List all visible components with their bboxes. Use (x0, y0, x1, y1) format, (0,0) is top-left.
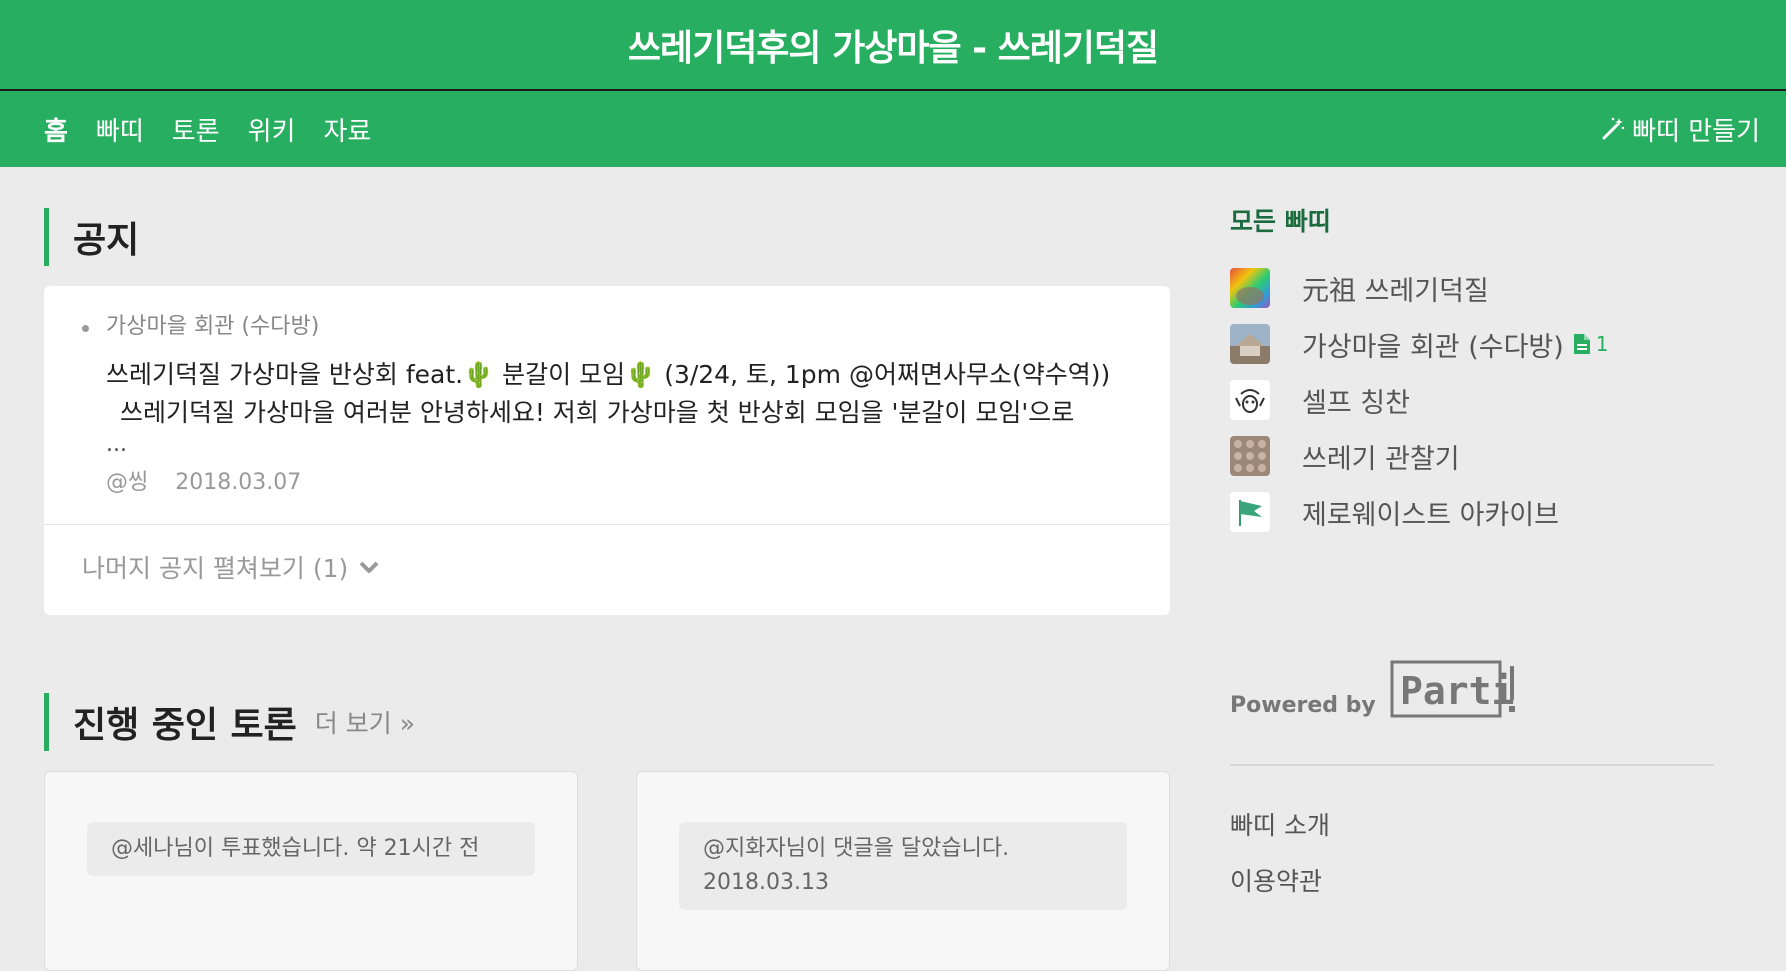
notice-section-header: 공지 (44, 208, 1170, 266)
notice-date: 2018.03.07 (175, 470, 302, 495)
nav-resources[interactable]: 자료 (323, 111, 371, 148)
expand-notices-label: 나머지 공지 펼쳐보기 (1) (82, 554, 349, 583)
board-item-original[interactable]: 元祖 쓰레기덕질 (1230, 260, 1714, 316)
notice-author[interactable]: @씽 (106, 470, 148, 495)
powered-by: Powered by Parti (1230, 660, 1714, 720)
parti-logo-icon[interactable]: Parti (1390, 660, 1520, 720)
notice-excerpt: 쓰레기덕질 가상마을 여러분 안녕하세요! 저희 가상마을 첫 반상회 모임을 … (120, 398, 1075, 427)
nav-parti[interactable]: 빠띠 (96, 111, 144, 148)
board-name: 가상마을 회관 (수다방) (1302, 331, 1564, 363)
building-thumbnail-icon (1230, 324, 1270, 364)
document-count: 1 (1595, 332, 1609, 356)
face-thumbnail-icon (1230, 380, 1270, 420)
about-link[interactable]: 빠띠 소개 (1230, 796, 1714, 852)
notice-card: 가상마을 회관 (수다방) 쓰레기덕질 가상마을 반상회 feat.🌵 분갈이 … (44, 286, 1170, 615)
notice-board-name[interactable]: 가상마을 회관 (수다방) (106, 308, 1130, 340)
main-column: 공지 가상마을 회관 (수다방) 쓰레기덕질 가상마을 반상회 feat.🌵 분… (44, 167, 1170, 971)
bullet-dot (82, 325, 89, 332)
nav-wiki[interactable]: 위키 (248, 111, 296, 148)
discussion-section-title: 진행 중인 토론 (73, 705, 297, 746)
discussion-activity: @지화자님이 댓글을 달았습니다. 2018.03.13 (679, 822, 1127, 910)
discussion-more-link[interactable]: 더 보기 » (315, 704, 415, 740)
terms-link[interactable]: 이용약관 (1230, 852, 1714, 908)
board-name: 元祖 쓰레기덕질 (1302, 275, 1489, 307)
board-list: 元祖 쓰레기덕질 가상마을 회관 (수다방) 1 셀프 칭찬 쓰레기 관찰기 제… (1230, 260, 1714, 540)
board-name: 셀프 칭찬 (1302, 387, 1410, 419)
all-parti-title[interactable]: 모든 빠띠 (1230, 202, 1714, 238)
main-nav: 홈 빠띠 토론 위키 자료 빠띠 만들기 (0, 91, 1786, 167)
chevron-down-icon (359, 561, 379, 573)
notice-meta: @씽 2018.03.07 (106, 464, 1130, 496)
site-header: 쓰레기덕후의 가상마을 - 쓰레기덕질 (0, 0, 1786, 91)
board-item-village-hall[interactable]: 가상마을 회관 (수다방) 1 (1230, 316, 1714, 372)
board-item-self-praise[interactable]: 셀프 칭찬 (1230, 372, 1714, 428)
powered-by-text: Powered by (1230, 693, 1376, 718)
site-title: 쓰레기덕후의 가상마을 - 쓰레기덕질 (627, 27, 1159, 69)
sidebar-divider (1230, 764, 1714, 766)
document-icon (1573, 334, 1590, 354)
board-item-zero-waste[interactable]: 제로웨이스트 아카이브 (1230, 484, 1714, 540)
nav-home[interactable]: 홈 (44, 111, 68, 148)
flag-thumbnail-icon (1230, 492, 1270, 532)
board-name: 쓰레기 관찰기 (1302, 443, 1460, 475)
notice-section-title: 공지 (73, 220, 140, 261)
magic-wand-icon (1602, 117, 1625, 140)
discussion-card[interactable]: @세나님이 투표했습니다. 약 21시간 전 (44, 771, 578, 971)
expand-notices-button[interactable]: 나머지 공지 펼쳐보기 (1) (44, 524, 1170, 615)
notice-title[interactable]: 쓰레기덕질 가상마을 반상회 feat.🌵 분갈이 모임🌵 (3/24, 토, … (106, 356, 1130, 394)
discussion-activity: @세나님이 투표했습니다. 약 21시간 전 (87, 822, 535, 876)
nav-discussion[interactable]: 토론 (172, 111, 220, 148)
sidebar: 모든 빠띠 元祖 쓰레기덕질 가상마을 회관 (수다방) 1 셀프 칭찬 쓰레기… (1230, 167, 1714, 908)
rainbow-thumbnail-icon (1230, 268, 1270, 308)
discussion-card[interactable]: @지화자님이 댓글을 달았습니다. 2018.03.13 (636, 771, 1170, 971)
discussion-section-header: 진행 중인 토론 더 보기 » (44, 693, 1170, 751)
make-parti-button[interactable]: 빠띠 만들기 (1600, 111, 1760, 148)
document-count-badge: 1 (1572, 332, 1609, 356)
make-parti-label: 빠띠 만들기 (1632, 116, 1760, 147)
pattern-thumbnail-icon (1230, 436, 1270, 476)
parti-logo-text: Parti (1400, 669, 1514, 713)
board-name: 제로웨이스트 아카이브 (1302, 499, 1559, 531)
discussion-cards: @세나님이 투표했습니다. 약 21시간 전 @지화자님이 댓글을 달았습니다.… (44, 771, 1170, 971)
notice-item[interactable]: 가상마을 회관 (수다방) 쓰레기덕질 가상마을 반상회 feat.🌵 분갈이 … (44, 286, 1170, 524)
board-item-trash-observer[interactable]: 쓰레기 관찰기 (1230, 428, 1714, 484)
notice-ellipsis: ... (106, 432, 127, 457)
footer-links: 빠띠 소개 이용약관 (1230, 796, 1714, 908)
